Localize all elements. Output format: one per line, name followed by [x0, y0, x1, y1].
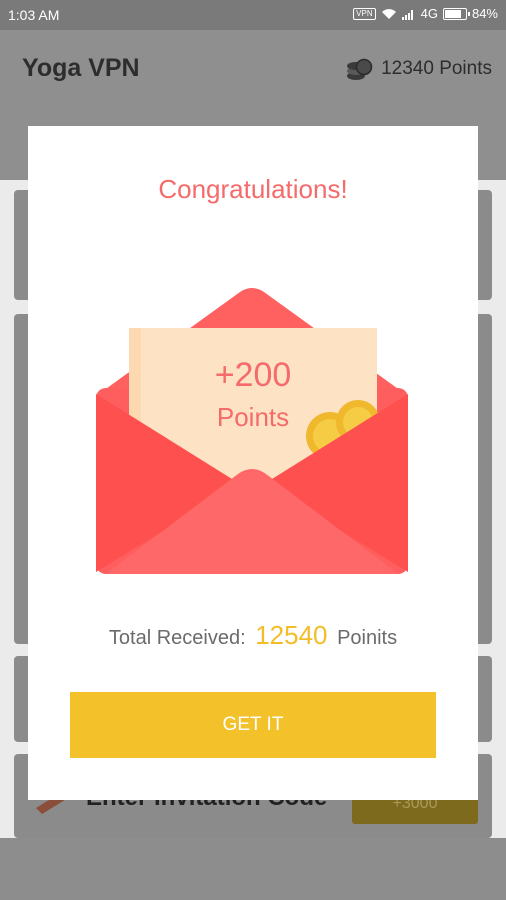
total-value: 12540 [255, 620, 328, 650]
status-bar: 1:03 AM VPN 4G 84% [0, 0, 506, 30]
total-suffix: Poinits [337, 627, 398, 649]
points-label: 12340 Points [381, 58, 492, 79]
app-title: Yoga VPN [22, 54, 140, 82]
reward-unit: Points [216, 402, 290, 432]
get-it-button[interactable]: GET IT [70, 692, 436, 758]
status-time: 1:03 AM [8, 7, 60, 23]
points-balance[interactable]: 12340 Points [345, 55, 492, 83]
total-received: Total Received: 12540 Poinits [28, 620, 478, 651]
background-bottom [0, 838, 506, 900]
total-prefix: Total Received: [108, 627, 246, 649]
coins-icon [347, 58, 373, 80]
battery-icon [442, 7, 470, 20]
network-type: 4G [420, 6, 438, 21]
signal-icon [401, 9, 413, 20]
dialog-title: Congratulations! [158, 174, 348, 204]
wifi-icon [381, 8, 396, 19]
status-icons: VPN 4G 84% [353, 6, 498, 21]
reward-amount: +200 [214, 356, 292, 394]
vpn-badge: VPN [353, 7, 376, 20]
reward-dialog: Congratulations! +200 Points Total Recei… [28, 126, 478, 800]
battery-percent: 84% [471, 6, 498, 21]
